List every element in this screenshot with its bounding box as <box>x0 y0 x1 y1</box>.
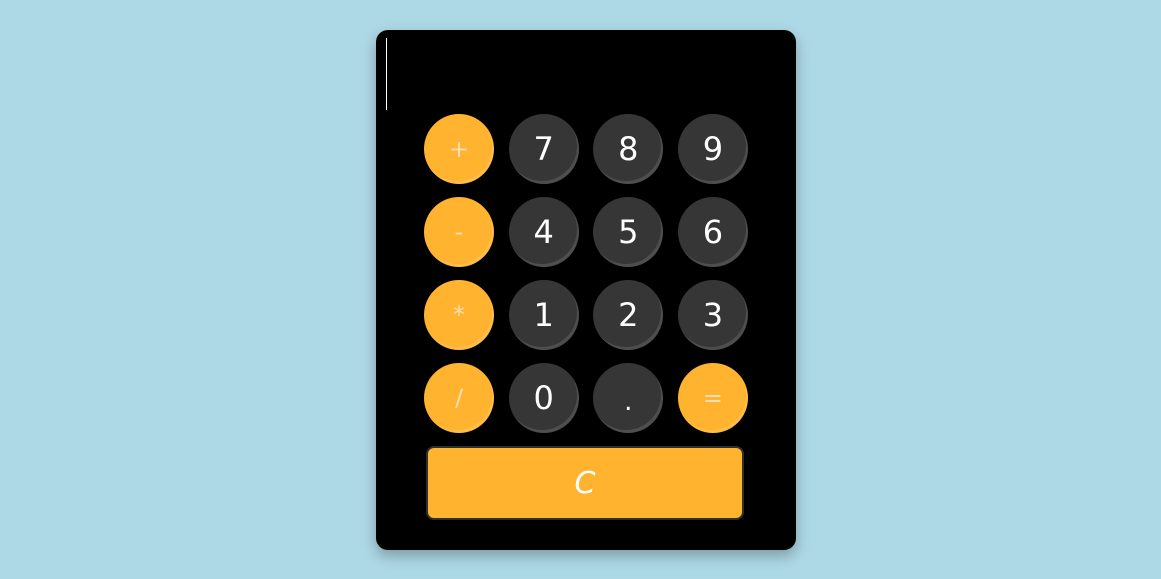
decimal-button[interactable]: . <box>593 363 664 433</box>
calculator-display[interactable] <box>384 38 788 110</box>
one-button[interactable]: 1 <box>508 280 579 350</box>
seven-button[interactable]: 7 <box>508 114 579 184</box>
keypad: + 7 8 9 - 4 5 6 * 1 2 3 / 0 . = <box>424 114 748 444</box>
clear-button[interactable]: C <box>426 446 744 520</box>
nine-button[interactable]: 9 <box>677 114 748 184</box>
equals-button[interactable]: = <box>677 363 748 433</box>
four-button[interactable]: 4 <box>508 197 579 267</box>
multiply-button[interactable]: * <box>424 280 494 350</box>
three-button[interactable]: 3 <box>677 280 748 350</box>
five-button[interactable]: 5 <box>593 197 664 267</box>
add-button[interactable]: + <box>424 114 494 184</box>
calculator: + 7 8 9 - 4 5 6 * 1 2 3 / 0 . = C <box>376 30 796 550</box>
text-caret <box>386 38 387 110</box>
six-button[interactable]: 6 <box>677 197 748 267</box>
subtract-button[interactable]: - <box>424 197 494 267</box>
eight-button[interactable]: 8 <box>593 114 664 184</box>
divide-button[interactable]: / <box>424 363 494 433</box>
two-button[interactable]: 2 <box>593 280 664 350</box>
zero-button[interactable]: 0 <box>508 363 579 433</box>
